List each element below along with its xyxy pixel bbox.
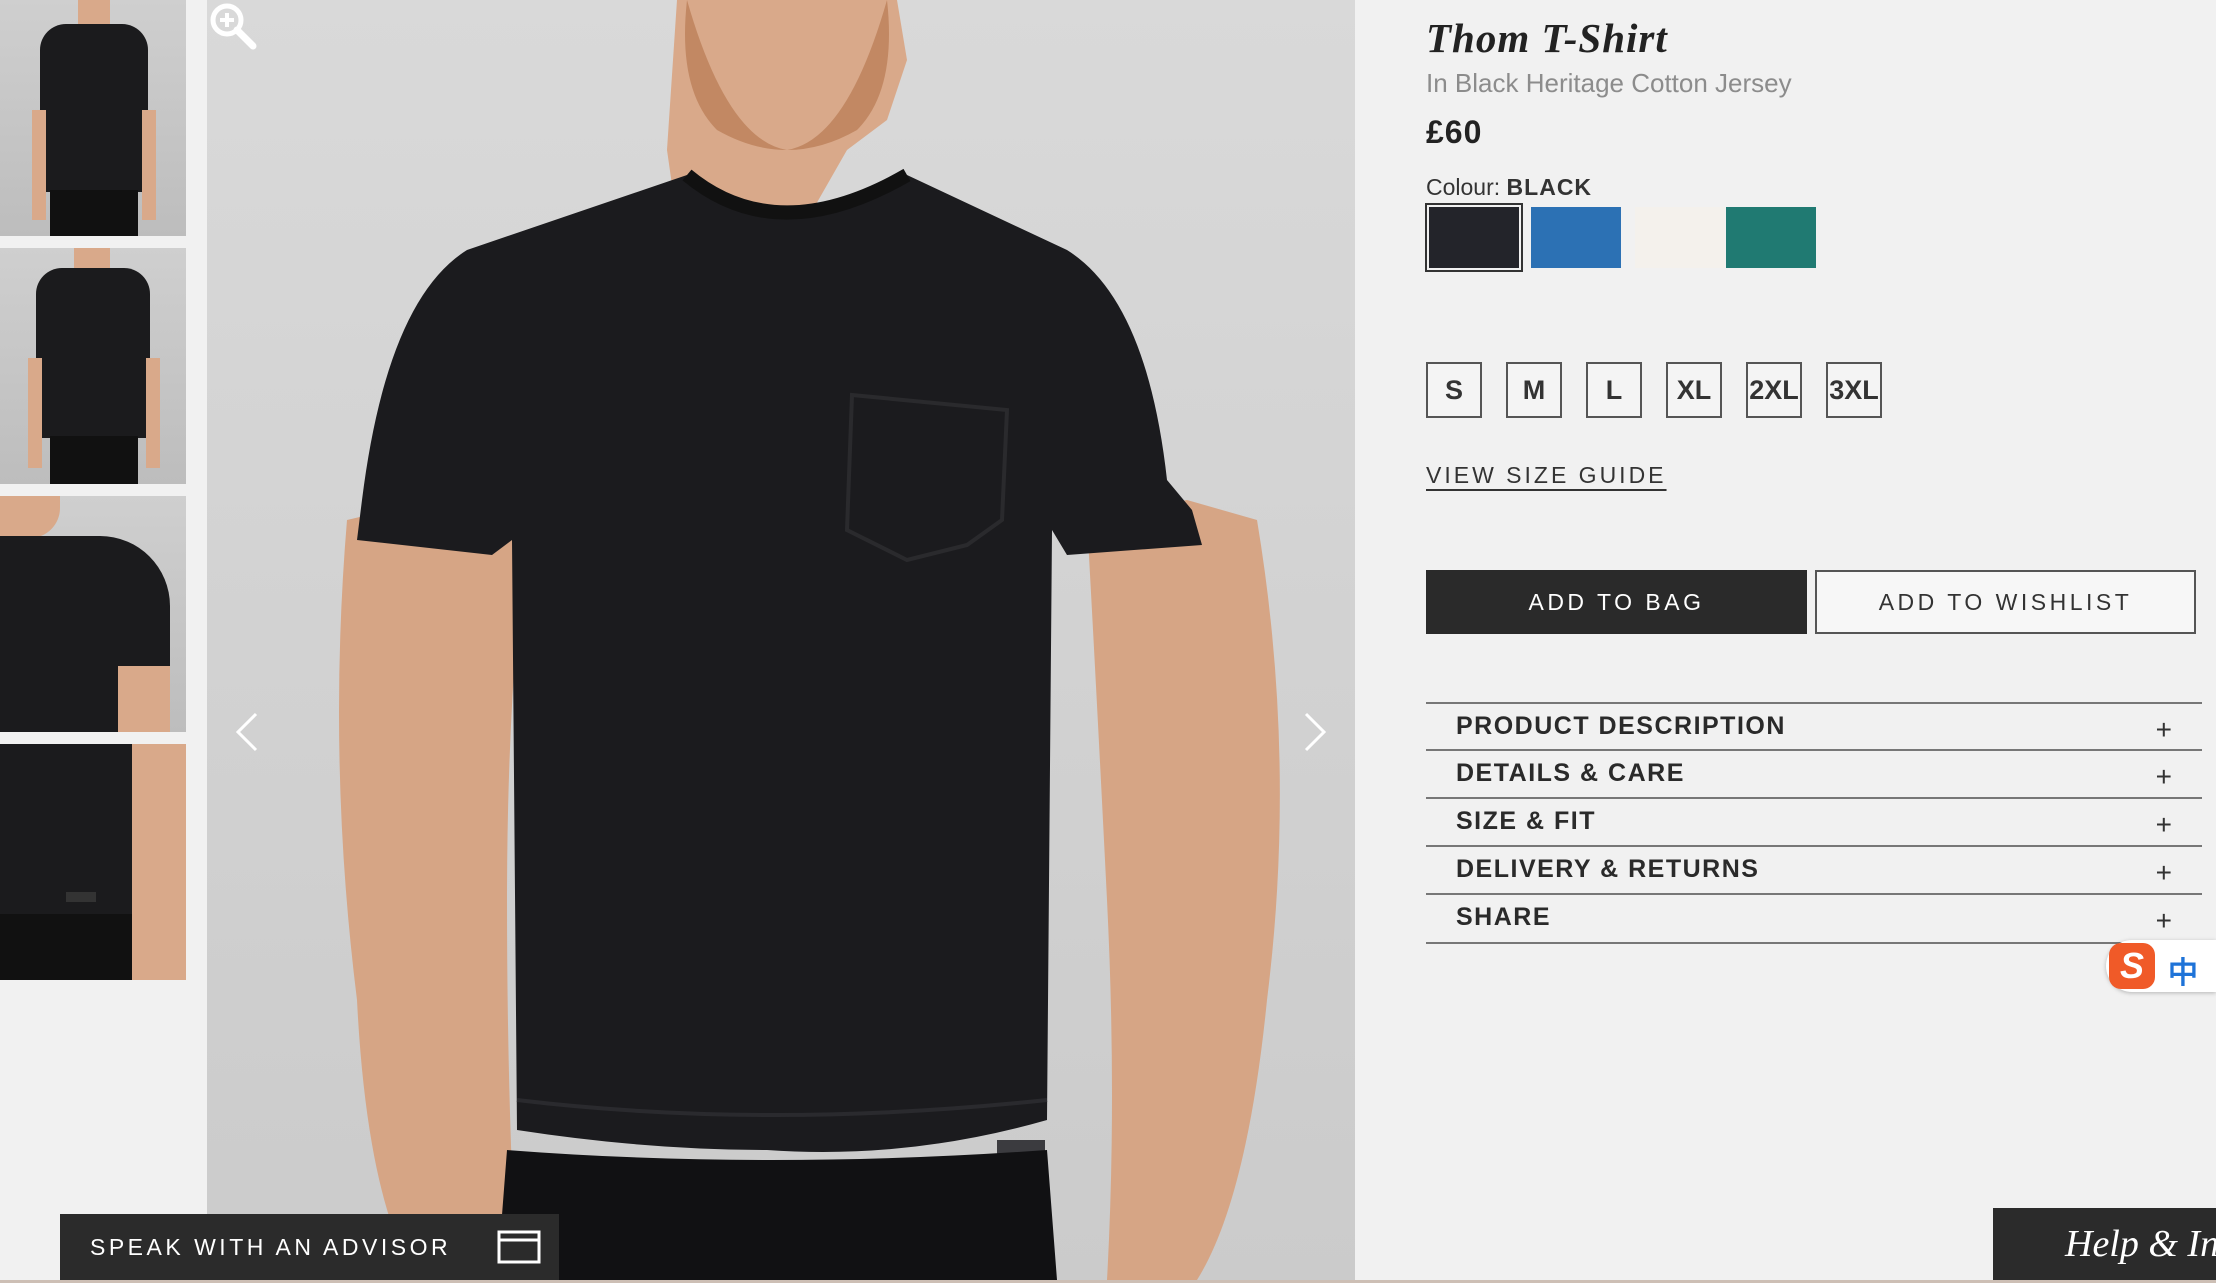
colour-label: Colour: bbox=[1426, 174, 1501, 200]
product-main-image bbox=[207, 0, 1355, 1280]
swatch-cream[interactable] bbox=[1635, 207, 1725, 268]
size-s-button[interactable]: S bbox=[1426, 362, 1482, 418]
thumbnail-back[interactable] bbox=[0, 248, 186, 484]
model-illustration bbox=[339, 0, 1280, 1280]
accordion-label: SHARE bbox=[1456, 903, 1552, 931]
accordion-label: DETAILS & CARE bbox=[1456, 759, 1685, 787]
thumbnail-detail[interactable] bbox=[0, 744, 186, 980]
product-price: £60 bbox=[1426, 114, 1483, 150]
advisor-label: SPEAK WITH AN ADVISOR bbox=[90, 1234, 452, 1260]
product-title: Thom T-Shirt bbox=[1426, 15, 1668, 61]
swatch-black[interactable] bbox=[1425, 203, 1523, 272]
plus-icon: + bbox=[2155, 714, 2172, 745]
accordion-share[interactable]: SHARE + bbox=[1426, 893, 2202, 944]
size-l-button[interactable]: L bbox=[1586, 362, 1642, 418]
accordion-delivery-returns[interactable]: DELIVERY & RETURNS + bbox=[1426, 845, 2202, 894]
size-2xl-button[interactable]: 2XL bbox=[1746, 362, 1802, 418]
swatch-teal[interactable] bbox=[1726, 207, 1816, 268]
chevron-right-icon[interactable] bbox=[1300, 710, 1330, 754]
size-3xl-button[interactable]: 3XL bbox=[1826, 362, 1882, 418]
size-m-button[interactable]: M bbox=[1506, 362, 1562, 418]
ime-mode-indicator[interactable]: 中 bbox=[2168, 948, 2198, 992]
zoom-in-icon[interactable] bbox=[207, 0, 257, 50]
ime-toolbar[interactable]: S 中 bbox=[2106, 940, 2216, 992]
plus-icon: + bbox=[2155, 905, 2172, 936]
plus-icon: + bbox=[2155, 761, 2172, 792]
accordion-label: DELIVERY & RETURNS bbox=[1456, 855, 1760, 883]
plus-icon: + bbox=[2155, 857, 2172, 888]
accordion-label: PRODUCT DESCRIPTION bbox=[1456, 712, 1786, 740]
accordion-size-fit[interactable]: SIZE & FIT + bbox=[1426, 797, 2202, 846]
size-xl-button[interactable]: XL bbox=[1666, 362, 1722, 418]
help-label: Help & In bbox=[2065, 1223, 2216, 1265]
thumbnail-front[interactable] bbox=[0, 0, 186, 236]
colour-selected-value: BLACK bbox=[1506, 174, 1593, 200]
accordion-label: SIZE & FIT bbox=[1456, 807, 1596, 835]
add-to-wishlist-button[interactable]: ADD TO WISHLIST bbox=[1815, 570, 2196, 634]
view-size-guide-link[interactable]: VIEW SIZE GUIDE bbox=[1426, 462, 1667, 489]
product-subtitle: In Black Heritage Cotton Jersey bbox=[1426, 68, 1792, 98]
speak-with-advisor-button[interactable]: SPEAK WITH AN ADVISOR bbox=[60, 1214, 559, 1280]
sogou-logo-icon: S bbox=[2109, 943, 2155, 989]
add-to-bag-button[interactable]: ADD TO BAG bbox=[1426, 570, 1807, 634]
chat-window-icon bbox=[497, 1230, 541, 1264]
plus-icon: + bbox=[2155, 809, 2172, 840]
accordion-product-description[interactable]: PRODUCT DESCRIPTION + bbox=[1426, 702, 2202, 751]
help-info-button[interactable]: Help & In bbox=[1993, 1208, 2216, 1283]
accordion-details-care[interactable]: DETAILS & CARE + bbox=[1426, 749, 2202, 798]
chevron-left-icon[interactable] bbox=[232, 710, 262, 754]
colour-label-row: Colour: BLACK bbox=[1426, 174, 1592, 201]
thumbnail-side[interactable] bbox=[0, 496, 186, 732]
swatch-blue[interactable] bbox=[1531, 207, 1621, 268]
product-details-panel: Thom T-Shirt In Black Heritage Cotton Je… bbox=[1425, 0, 2216, 1283]
